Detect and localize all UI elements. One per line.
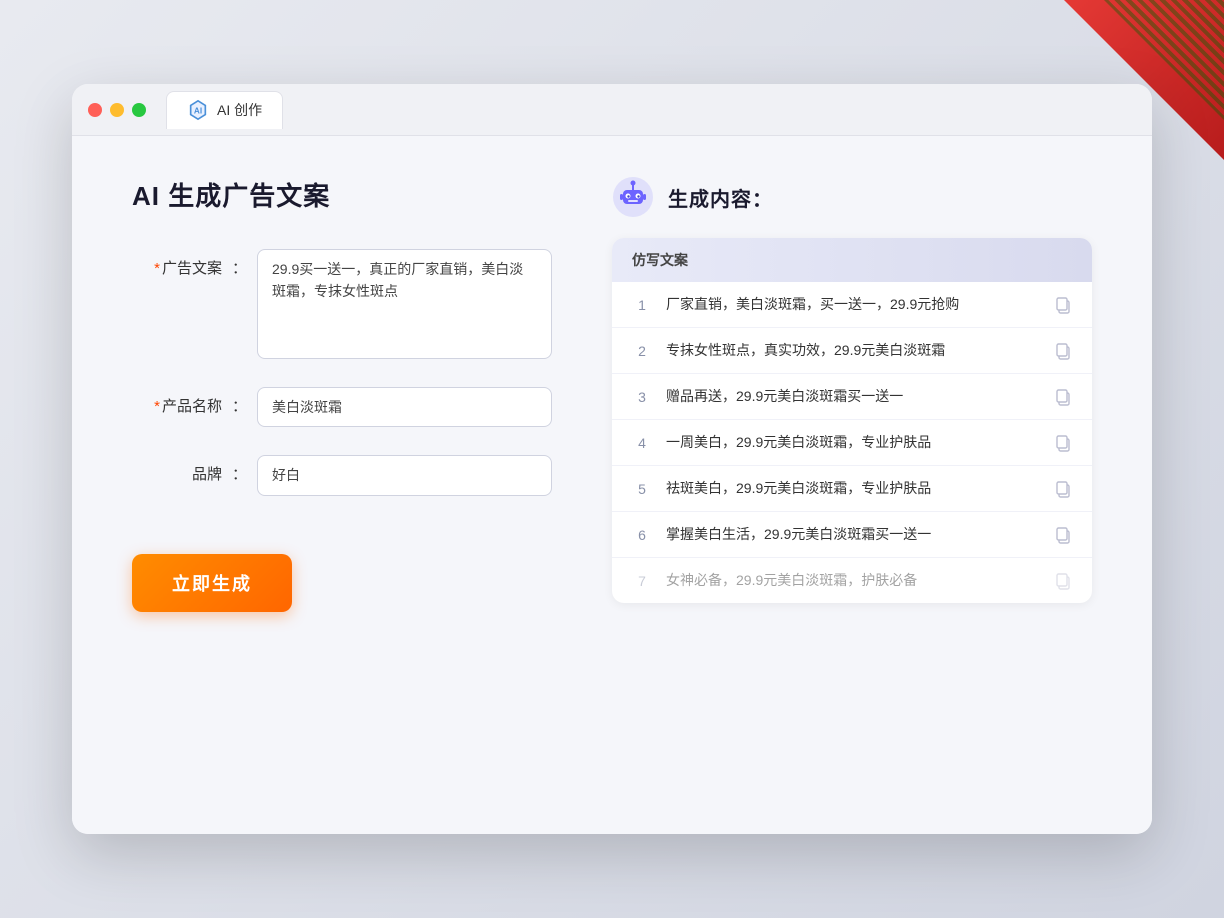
ad-copy-required: * (154, 260, 160, 277)
row-text: 掌握美白生活，29.9元美白淡斑霜买一送一 (666, 524, 1040, 545)
ad-copy-label: *广告文案 (132, 249, 222, 278)
result-table: 仿写文案 1 厂家直销，美白淡斑霜，买一送一，29.9元抢购 2 专抹女性斑点，… (612, 238, 1092, 603)
row-text: 赠品再送，29.9元美白淡斑霜买一送一 (666, 386, 1040, 407)
svg-text:AI: AI (194, 107, 202, 116)
copy-icon[interactable] (1054, 342, 1072, 360)
row-number: 5 (632, 481, 652, 497)
copy-icon[interactable] (1054, 434, 1072, 452)
copy-icon[interactable] (1054, 526, 1072, 544)
row-number: 4 (632, 435, 652, 451)
table-row: 3 赠品再送，29.9元美白淡斑霜买一送一 (612, 374, 1092, 420)
row-number: 6 (632, 527, 652, 543)
brand-label: 品牌 (132, 455, 222, 484)
brand-colon: ： (232, 455, 247, 484)
row-text: 祛斑美白，29.9元美白淡斑霜，专业护肤品 (666, 478, 1040, 499)
product-required: * (154, 398, 160, 415)
brand-group: 品牌 ： (132, 455, 552, 495)
row-text: 一周美白，29.9元美白淡斑霜，专业护肤品 (666, 432, 1040, 453)
product-input[interactable] (257, 387, 552, 427)
minimize-button[interactable] (110, 103, 124, 117)
row-number: 3 (632, 389, 652, 405)
tab-label: AI 创作 (217, 100, 262, 120)
result-header: 生成内容： (612, 176, 1092, 218)
ad-copy-colon: ： (232, 249, 247, 278)
bot-icon (612, 176, 654, 218)
row-number: 7 (632, 573, 652, 589)
table-rows-container: 1 厂家直销，美白淡斑霜，买一送一，29.9元抢购 2 专抹女性斑点，真实功效，… (612, 282, 1092, 603)
table-row: 6 掌握美白生活，29.9元美白淡斑霜买一送一 (612, 512, 1092, 558)
row-text: 女神必备，29.9元美白淡斑霜，护肤必备 (666, 570, 1040, 591)
product-colon: ： (232, 387, 247, 416)
table-row: 2 专抹女性斑点，真实功效，29.9元美白淡斑霜 (612, 328, 1092, 374)
brand-input[interactable] (257, 455, 552, 495)
tab-ai-creation[interactable]: AI AI 创作 (166, 91, 283, 129)
traffic-lights (88, 103, 146, 117)
maximize-button[interactable] (132, 103, 146, 117)
table-row: 4 一周美白，29.9元美白淡斑霜，专业护肤品 (612, 420, 1092, 466)
copy-icon[interactable] (1054, 296, 1072, 314)
ad-copy-group: *广告文案 ： (132, 249, 552, 359)
titlebar: AI AI 创作 (72, 84, 1152, 136)
copy-icon[interactable] (1054, 480, 1072, 498)
row-number: 2 (632, 343, 652, 359)
result-title: 生成内容： (668, 183, 773, 212)
product-label: *产品名称 (132, 387, 222, 416)
browser-window: AI AI 创作 AI 生成广告文案 *广告文案 ： *产品名称 ： (72, 84, 1152, 834)
table-row: 1 厂家直销，美白淡斑霜，买一送一，29.9元抢购 (612, 282, 1092, 328)
left-panel: AI 生成广告文案 *广告文案 ： *产品名称 ： 品牌 ： (132, 176, 552, 794)
ai-tab-icon: AI (187, 99, 209, 121)
row-text: 厂家直销，美白淡斑霜，买一送一，29.9元抢购 (666, 294, 1040, 315)
table-header-label: 仿写文案 (632, 252, 688, 268)
table-row: 7 女神必备，29.9元美白淡斑霜，护肤必备 (612, 558, 1092, 603)
page-title: AI 生成广告文案 (132, 176, 552, 213)
ad-copy-input[interactable] (257, 249, 552, 359)
main-content: AI 生成广告文案 *广告文案 ： *产品名称 ： 品牌 ： (72, 136, 1152, 834)
row-number: 1 (632, 297, 652, 313)
row-text: 专抹女性斑点，真实功效，29.9元美白淡斑霜 (666, 340, 1040, 361)
product-name-group: *产品名称 ： (132, 387, 552, 427)
copy-icon[interactable] (1054, 388, 1072, 406)
table-row: 5 祛斑美白，29.9元美白淡斑霜，专业护肤品 (612, 466, 1092, 512)
close-button[interactable] (88, 103, 102, 117)
table-header: 仿写文案 (612, 238, 1092, 282)
copy-icon[interactable] (1054, 572, 1072, 590)
generate-button[interactable]: 立即生成 (132, 554, 292, 612)
right-panel: 生成内容： 仿写文案 1 厂家直销，美白淡斑霜，买一送一，29.9元抢购 2 专… (612, 176, 1092, 794)
